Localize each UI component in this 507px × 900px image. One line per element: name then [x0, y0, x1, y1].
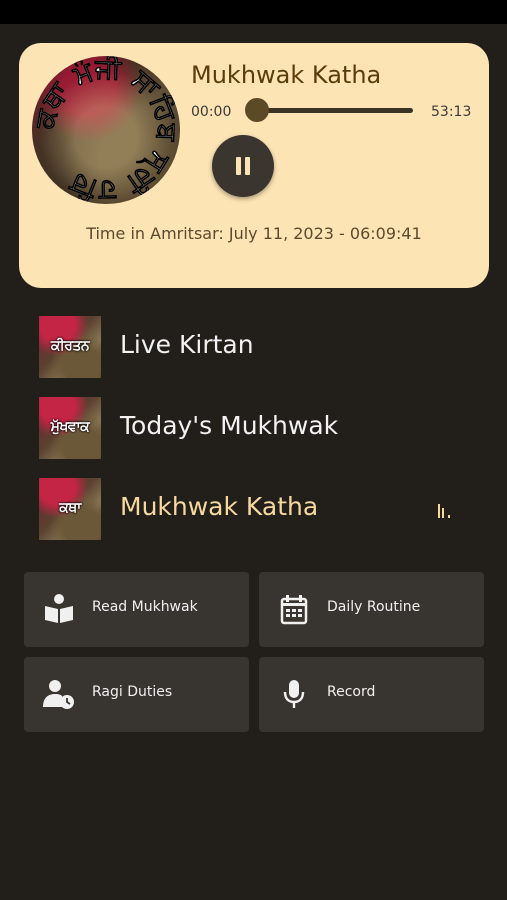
track-item-live-kirtan[interactable]: ਕੀਰਤਨ Live Kirtan — [39, 316, 479, 378]
track-name: Mukhwak Katha — [120, 492, 319, 521]
user-clock-icon — [43, 680, 74, 709]
status-bar — [0, 0, 507, 24]
microphone-icon — [283, 680, 305, 708]
track-thumbnail: ਕਥਾ — [39, 478, 101, 540]
player-track-title: Mukhwak Katha — [191, 61, 382, 89]
pause-button[interactable] — [212, 135, 274, 197]
now-playing-equalizer-icon — [438, 502, 454, 518]
action-label: Record — [327, 684, 376, 700]
seek-thumb[interactable] — [245, 98, 269, 122]
album-art: ਕਥਾ ਮੰਜੀ ਸਾਹਿਬ ਸ੍ਰੀ ਹਰਿ — [32, 56, 180, 204]
track-name: Live Kirtan — [120, 330, 254, 359]
amritsar-time-label: Time in Amritsar: July 11, 2023 - 06:09:… — [86, 224, 422, 243]
action-label: Read Mukhwak — [92, 599, 198, 615]
svg-text:ਕਥਾ ਮੰਜੀ ਸਾਹਿਬ ਸ੍ਰੀ ਹਰਿ: ਕਥਾ ਮੰਜੀ ਸਾਹਿਬ ਸ੍ਰੀ ਹਰਿ — [32, 56, 180, 204]
album-ring-text: ਕਥਾ ਮੰਜੀ ਸਾਹਿਬ ਸ੍ਰੀ ਹਰਿ — [32, 56, 180, 204]
pause-icon — [236, 157, 241, 175]
daily-routine-button[interactable]: Daily Routine — [259, 572, 484, 647]
now-playing-card: ਕਥਾ ਮੰਜੀ ਸਾਹਿਬ ਸ੍ਰੀ ਹਰਿ Mukhwak Katha 00… — [19, 43, 489, 288]
track-name: Today's Mukhwak — [120, 411, 339, 440]
calendar-icon — [280, 595, 308, 625]
track-thumbnail: ਮੁੱਖਵਾਕ — [39, 397, 101, 459]
seek-bar[interactable] — [257, 108, 413, 113]
record-button[interactable]: Record — [259, 657, 484, 732]
total-time: 53:13 — [431, 104, 472, 120]
track-item-todays-mukhwak[interactable]: ਮੁੱਖਵਾਕ Today's Mukhwak — [39, 397, 479, 459]
track-thumbnail: ਕੀਰਤਨ — [39, 316, 101, 378]
read-mukhwak-button[interactable]: Read Mukhwak — [24, 572, 249, 647]
action-label: Ragi Duties — [92, 684, 173, 700]
ragi-duties-button[interactable]: Ragi Duties — [24, 657, 249, 732]
action-label: Daily Routine — [327, 599, 421, 615]
current-time: 00:00 — [191, 104, 232, 120]
book-reader-icon — [45, 594, 73, 623]
track-item-mukhwak-katha[interactable]: ਕਥਾ Mukhwak Katha — [39, 478, 479, 540]
